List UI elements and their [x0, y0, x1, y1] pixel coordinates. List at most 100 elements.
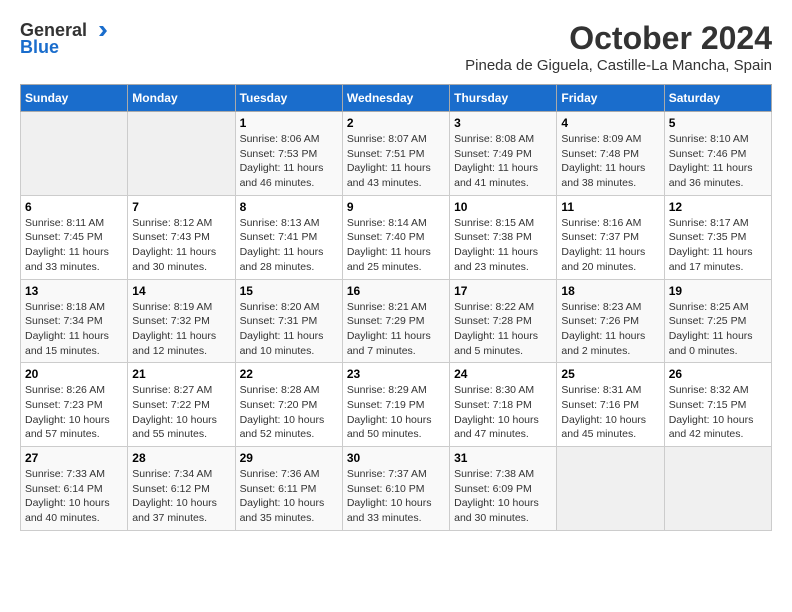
day-content: Sunrise: 8:10 AM Sunset: 7:46 PM Dayligh…	[669, 132, 767, 191]
day-number: 29	[240, 451, 338, 465]
day-number: 12	[669, 200, 767, 214]
day-content: Sunrise: 8:16 AM Sunset: 7:37 PM Dayligh…	[561, 216, 659, 275]
calendar-cell: 17 Sunrise: 8:22 AM Sunset: 7:28 PM Dayli…	[450, 279, 557, 363]
day-content: Sunrise: 7:33 AM Sunset: 6:14 PM Dayligh…	[25, 467, 123, 526]
day-number: 26	[669, 367, 767, 381]
day-content: Sunrise: 8:06 AM Sunset: 7:53 PM Dayligh…	[240, 132, 338, 191]
header-tuesday: Tuesday	[235, 85, 342, 112]
day-number: 3	[454, 116, 552, 130]
day-number: 2	[347, 116, 445, 130]
calendar-cell: 6 Sunrise: 8:11 AM Sunset: 7:45 PM Daylig…	[21, 195, 128, 279]
calendar-cell: 29 Sunrise: 7:36 AM Sunset: 6:11 PM Dayli…	[235, 447, 342, 531]
calendar-cell: 30Sunrise: 7:37 AM Sunset: 6:10 PM Dayli…	[342, 447, 449, 531]
day-content: Sunrise: 8:09 AM Sunset: 7:48 PM Dayligh…	[561, 132, 659, 191]
day-number: 17	[454, 284, 552, 298]
calendar-cell	[21, 112, 128, 196]
week-row-4: 20 Sunrise: 8:26 AM Sunset: 7:23 PM Dayli…	[21, 363, 772, 447]
day-number: 1	[240, 116, 338, 130]
header-sunday: Sunday	[21, 85, 128, 112]
calendar-cell	[128, 112, 235, 196]
calendar-cell: 25 Sunrise: 8:31 AM Sunset: 7:16 PM Dayli…	[557, 363, 664, 447]
day-content: Sunrise: 8:12 AM Sunset: 7:43 PM Dayligh…	[132, 216, 230, 275]
day-content: Sunrise: 8:30 AM Sunset: 7:18 PM Dayligh…	[454, 383, 552, 442]
day-content: Sunrise: 8:17 AM Sunset: 7:35 PM Dayligh…	[669, 216, 767, 275]
calendar-cell	[664, 447, 771, 531]
calendar-cell: 8 Sunrise: 8:13 AM Sunset: 7:41 PM Daylig…	[235, 195, 342, 279]
calendar-cell: 20 Sunrise: 8:26 AM Sunset: 7:23 PM Dayli…	[21, 363, 128, 447]
day-number: 6	[25, 200, 123, 214]
calendar-cell: 19Sunrise: 8:25 AM Sunset: 7:25 PM Dayli…	[664, 279, 771, 363]
calendar-cell: 5Sunrise: 8:10 AM Sunset: 7:46 PM Daylig…	[664, 112, 771, 196]
day-content: Sunrise: 8:19 AM Sunset: 7:32 PM Dayligh…	[132, 300, 230, 359]
day-number: 18	[561, 284, 659, 298]
logo-blue: Blue	[20, 37, 59, 58]
day-content: Sunrise: 7:38 AM Sunset: 6:09 PM Dayligh…	[454, 467, 552, 526]
day-number: 24	[454, 367, 552, 381]
day-content: Sunrise: 8:18 AM Sunset: 7:34 PM Dayligh…	[25, 300, 123, 359]
calendar-cell: 28Sunrise: 7:34 AM Sunset: 6:12 PM Dayli…	[128, 447, 235, 531]
day-number: 20	[25, 367, 123, 381]
header-wednesday: Wednesday	[342, 85, 449, 112]
day-content: Sunrise: 7:37 AM Sunset: 6:10 PM Dayligh…	[347, 467, 445, 526]
calendar-cell: 7 Sunrise: 8:12 AM Sunset: 7:43 PM Daylig…	[128, 195, 235, 279]
calendar-cell: 26 Sunrise: 8:32 AM Sunset: 7:15 PM Dayli…	[664, 363, 771, 447]
month-title: October 2024	[465, 20, 772, 57]
day-content: Sunrise: 8:11 AM Sunset: 7:45 PM Dayligh…	[25, 216, 123, 275]
day-number: 21	[132, 367, 230, 381]
calendar-cell: 15Sunrise: 8:20 AM Sunset: 7:31 PM Dayli…	[235, 279, 342, 363]
logo-icon	[89, 22, 107, 40]
calendar-cell: 14 Sunrise: 8:19 AM Sunset: 7:32 PM Dayli…	[128, 279, 235, 363]
day-content: Sunrise: 8:07 AM Sunset: 7:51 PM Dayligh…	[347, 132, 445, 191]
day-number: 27	[25, 451, 123, 465]
calendar-cell	[557, 447, 664, 531]
calendar-cell: 10 Sunrise: 8:15 AM Sunset: 7:38 PM Dayli…	[450, 195, 557, 279]
day-content: Sunrise: 8:13 AM Sunset: 7:41 PM Dayligh…	[240, 216, 338, 275]
week-row-1: 1 Sunrise: 8:06 AM Sunset: 7:53 PM Daylig…	[21, 112, 772, 196]
header-friday: Friday	[557, 85, 664, 112]
day-number: 23	[347, 367, 445, 381]
calendar-cell: 31 Sunrise: 7:38 AM Sunset: 6:09 PM Dayli…	[450, 447, 557, 531]
day-number: 31	[454, 451, 552, 465]
calendar-cell: 1 Sunrise: 8:06 AM Sunset: 7:53 PM Daylig…	[235, 112, 342, 196]
day-number: 13	[25, 284, 123, 298]
day-number: 16	[347, 284, 445, 298]
day-content: Sunrise: 8:25 AM Sunset: 7:25 PM Dayligh…	[669, 300, 767, 359]
day-content: Sunrise: 8:23 AM Sunset: 7:26 PM Dayligh…	[561, 300, 659, 359]
day-content: Sunrise: 8:32 AM Sunset: 7:15 PM Dayligh…	[669, 383, 767, 442]
calendar-cell: 18 Sunrise: 8:23 AM Sunset: 7:26 PM Dayli…	[557, 279, 664, 363]
location: Pineda de Giguela, Castille-La Mancha, S…	[465, 57, 772, 74]
day-number: 28	[132, 451, 230, 465]
day-content: Sunrise: 8:14 AM Sunset: 7:40 PM Dayligh…	[347, 216, 445, 275]
day-content: Sunrise: 8:31 AM Sunset: 7:16 PM Dayligh…	[561, 383, 659, 442]
calendar-cell: 9 Sunrise: 8:14 AM Sunset: 7:40 PM Daylig…	[342, 195, 449, 279]
calendar-cell: 16 Sunrise: 8:21 AM Sunset: 7:29 PM Dayli…	[342, 279, 449, 363]
day-number: 14	[132, 284, 230, 298]
title-section: October 2024 Pineda de Giguela, Castille…	[465, 20, 772, 74]
header-thursday: Thursday	[450, 85, 557, 112]
day-content: Sunrise: 8:22 AM Sunset: 7:28 PM Dayligh…	[454, 300, 552, 359]
day-content: Sunrise: 8:21 AM Sunset: 7:29 PM Dayligh…	[347, 300, 445, 359]
day-number: 15	[240, 284, 338, 298]
day-content: Sunrise: 8:26 AM Sunset: 7:23 PM Dayligh…	[25, 383, 123, 442]
day-content: Sunrise: 7:36 AM Sunset: 6:11 PM Dayligh…	[240, 467, 338, 526]
day-number: 9	[347, 200, 445, 214]
calendar-cell: 24 Sunrise: 8:30 AM Sunset: 7:18 PM Dayli…	[450, 363, 557, 447]
header-saturday: Saturday	[664, 85, 771, 112]
header-row: SundayMondayTuesdayWednesdayThursdayFrid…	[21, 85, 772, 112]
day-content: Sunrise: 8:08 AM Sunset: 7:49 PM Dayligh…	[454, 132, 552, 191]
day-number: 22	[240, 367, 338, 381]
calendar-cell: 11Sunrise: 8:16 AM Sunset: 7:37 PM Dayli…	[557, 195, 664, 279]
calendar-cell: 2 Sunrise: 8:07 AM Sunset: 7:51 PM Daylig…	[342, 112, 449, 196]
day-content: Sunrise: 8:15 AM Sunset: 7:38 PM Dayligh…	[454, 216, 552, 275]
day-number: 10	[454, 200, 552, 214]
day-content: Sunrise: 8:28 AM Sunset: 7:20 PM Dayligh…	[240, 383, 338, 442]
day-number: 25	[561, 367, 659, 381]
day-number: 8	[240, 200, 338, 214]
day-content: Sunrise: 8:27 AM Sunset: 7:22 PM Dayligh…	[132, 383, 230, 442]
header-monday: Monday	[128, 85, 235, 112]
calendar-cell: 23Sunrise: 8:29 AM Sunset: 7:19 PM Dayli…	[342, 363, 449, 447]
week-row-2: 6 Sunrise: 8:11 AM Sunset: 7:45 PM Daylig…	[21, 195, 772, 279]
calendar-cell: 27 Sunrise: 7:33 AM Sunset: 6:14 PM Dayli…	[21, 447, 128, 531]
calendar-cell: 22 Sunrise: 8:28 AM Sunset: 7:20 PM Dayli…	[235, 363, 342, 447]
day-number: 7	[132, 200, 230, 214]
